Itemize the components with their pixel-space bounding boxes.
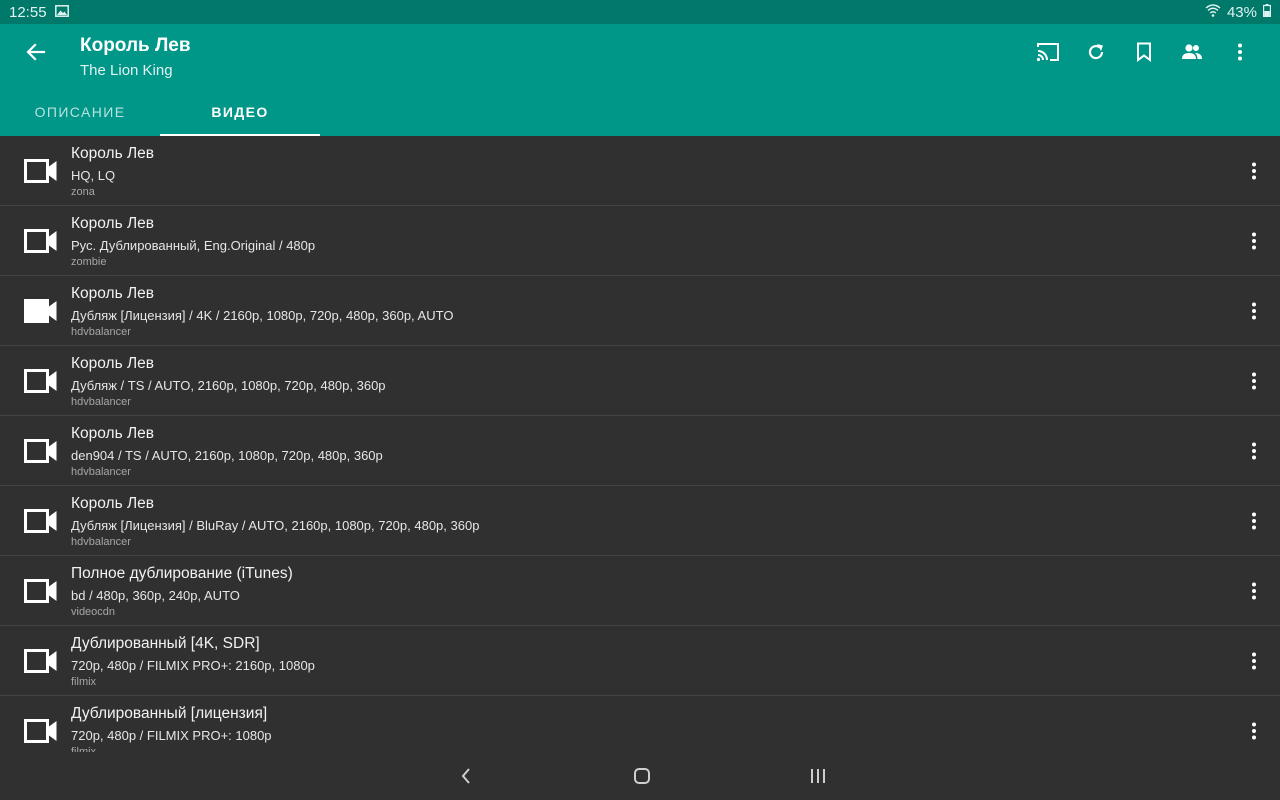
item-title: Король Лев — [71, 425, 155, 442]
tab-bar: ОПИСАНИЕ ВИДЕО — [0, 88, 320, 136]
back-button[interactable] — [22, 38, 50, 66]
list-item[interactable]: Дублированный [лицензия] 720p, 480p / FI… — [0, 696, 1280, 752]
more-vert-icon — [1252, 442, 1256, 460]
list-item[interactable]: Король Лев den904 / TS / AUTO, 2160p, 10… — [0, 416, 1280, 486]
battery-level: 43% — [1226, 3, 1257, 21]
nav-recents-button[interactable] — [798, 762, 838, 790]
item-details: Рус. Дублированный, Eng.Original / 480p — [71, 238, 316, 253]
list-item[interactable]: Король Лев Дубляж / TS / AUTO, 2160p, 10… — [0, 346, 1280, 416]
people-icon — [1182, 44, 1202, 59]
item-menu-button[interactable] — [1244, 438, 1264, 464]
wifi-icon — [1205, 3, 1221, 21]
item-title: Король Лев — [71, 215, 155, 232]
list-item[interactable]: Король Лев HQ, LQ zona — [0, 136, 1280, 206]
more-vert-icon — [1252, 582, 1256, 600]
nav-back-button[interactable] — [446, 762, 486, 790]
item-details: Дубляж [Лицензия] / BluRay / AUTO, 2160p… — [71, 518, 480, 533]
page-title: Король Лев — [80, 35, 191, 56]
list-item[interactable]: Король Лев Дубляж [Лицензия] / 4K / 2160… — [0, 276, 1280, 346]
videocam-outline-icon — [24, 439, 57, 463]
cast-icon — [1036, 43, 1059, 62]
item-source: videocdn — [71, 606, 116, 618]
item-title: Дублированный [лицензия] — [71, 705, 268, 722]
list-item[interactable]: Полное дублирование (iTunes) bd / 480p, … — [0, 556, 1280, 626]
item-menu-button[interactable] — [1244, 298, 1264, 324]
item-title: Король Лев — [71, 145, 155, 162]
list-item[interactable]: Дублированный [4K, SDR] 720p, 480p / FIL… — [0, 626, 1280, 696]
item-details: Дубляж / TS / AUTO, 2160p, 1080p, 720p, … — [71, 378, 386, 393]
page-subtitle: The Lion King — [80, 62, 173, 79]
gallery-notification-icon — [54, 4, 69, 21]
item-menu-button[interactable] — [1244, 508, 1264, 534]
system-navigation-bar — [0, 752, 1280, 800]
item-menu-button[interactable] — [1244, 228, 1264, 254]
item-menu-button[interactable] — [1244, 718, 1264, 744]
videocam-outline-icon — [24, 719, 57, 743]
item-details: HQ, LQ — [71, 168, 116, 183]
status-time: 12:55 — [9, 3, 47, 21]
status-bar: 12:55 43% — [0, 0, 1280, 24]
arrow-left-icon — [26, 43, 46, 61]
item-title: Король Лев — [71, 355, 155, 372]
video-list: Король Лев HQ, LQ zona Король Лев Рус. Д… — [0, 136, 1280, 752]
videocam-outline-icon — [24, 159, 57, 183]
item-details: 720p, 480p / FILMIX PRO+: 2160p, 1080p — [71, 658, 315, 673]
videocam-outline-icon — [24, 369, 57, 393]
videocam-outline-icon — [24, 509, 57, 533]
videocam-outline-icon — [24, 229, 57, 253]
item-details: bd / 480p, 360p, 240p, AUTO — [71, 588, 240, 603]
home-icon — [634, 768, 650, 784]
item-title: Король Лев — [71, 285, 155, 302]
cast-button[interactable] — [1024, 38, 1072, 66]
item-source: hdvbalancer — [71, 466, 131, 478]
chevron-left-icon — [461, 768, 470, 784]
item-title: Король Лев — [71, 495, 155, 512]
tab-video[interactable]: ВИДЕО — [160, 88, 320, 136]
list-item[interactable]: Король Лев Дубляж [Лицензия] / BluRay / … — [0, 486, 1280, 556]
more-vert-icon — [1252, 162, 1256, 180]
list-item[interactable]: Король Лев Рус. Дублированный, Eng.Origi… — [0, 206, 1280, 276]
item-details: Дубляж [Лицензия] / 4K / 2160p, 1080p, 7… — [71, 308, 454, 323]
item-source: hdvbalancer — [71, 326, 131, 338]
item-details: den904 / TS / AUTO, 2160p, 1080p, 720p, … — [71, 448, 383, 463]
bookmark-icon — [1137, 42, 1151, 62]
item-menu-button[interactable] — [1244, 648, 1264, 674]
more-vert-icon — [1252, 722, 1256, 740]
people-button[interactable] — [1168, 38, 1216, 66]
item-source: filmix — [71, 676, 97, 688]
bookmark-button[interactable] — [1120, 38, 1168, 66]
more-vert-icon — [1252, 232, 1256, 250]
item-menu-button[interactable] — [1244, 158, 1264, 184]
videocam-outline-icon — [24, 579, 57, 603]
item-details: 720p, 480p / FILMIX PRO+: 1080p — [71, 728, 272, 743]
toolbar-actions — [1024, 38, 1264, 66]
item-title: Дублированный [4K, SDR] — [71, 635, 260, 652]
recents-icon — [811, 769, 825, 783]
item-menu-button[interactable] — [1244, 578, 1264, 604]
videocam-outline-icon — [24, 649, 57, 673]
item-title: Полное дублирование (iTunes) — [71, 565, 293, 582]
more-vert-icon — [1252, 302, 1256, 320]
more-vert-icon — [1252, 652, 1256, 670]
item-source: zombie — [71, 256, 107, 268]
item-menu-button[interactable] — [1244, 368, 1264, 394]
videocam-filled-icon — [24, 299, 57, 323]
item-source: zona — [71, 186, 95, 198]
tab-description[interactable]: ОПИСАНИЕ — [0, 88, 160, 136]
overflow-menu-button[interactable] — [1216, 38, 1264, 66]
item-source: hdvbalancer — [71, 396, 131, 408]
battery-icon — [1263, 3, 1272, 21]
refresh-button[interactable] — [1072, 38, 1120, 66]
item-source: hdvbalancer — [71, 536, 131, 548]
more-vert-icon — [1238, 43, 1242, 61]
nav-home-button[interactable] — [622, 762, 662, 790]
app-bar: Король Лев The Lion King ОПИСАНИЕ ВИДЕО — [0, 24, 1280, 136]
more-vert-icon — [1252, 512, 1256, 530]
refresh-icon — [1088, 44, 1104, 60]
more-vert-icon — [1252, 372, 1256, 390]
